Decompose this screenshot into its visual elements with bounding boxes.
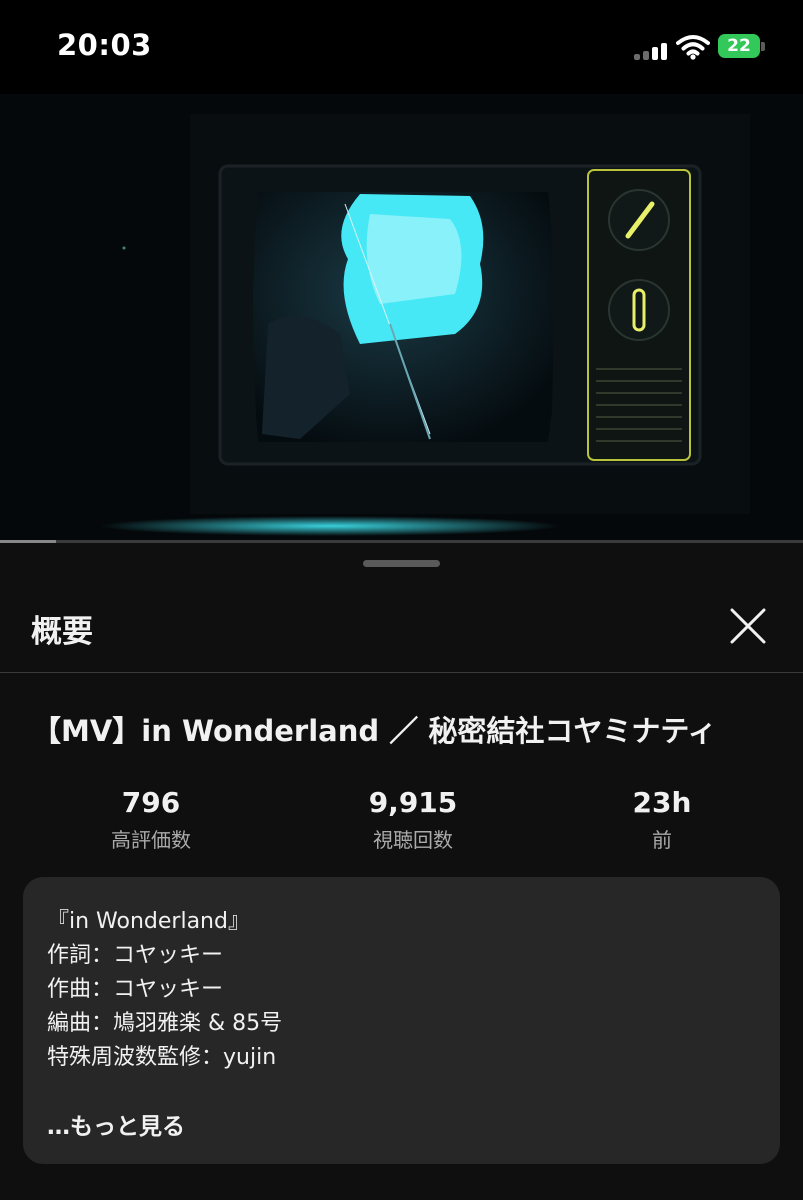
cellular-signal-icon: [634, 42, 670, 60]
likes-stat: 796 高評価数: [61, 786, 241, 853]
drag-handle[interactable]: [363, 560, 440, 567]
show-more-link[interactable]: …もっと見る: [47, 1107, 185, 1141]
video-progress-fill: [0, 540, 57, 543]
description-line: 『in Wonderland』: [47, 909, 250, 934]
video-frame: [0, 94, 803, 543]
upload-age-stat: 23h 前: [572, 786, 752, 853]
likes-label: 高評価数: [111, 828, 191, 852]
battery-charging-icon: 22: [718, 34, 766, 60]
description-box[interactable]: 『in Wonderland』 作詞：コヤッキー 作曲：コヤッキー 編曲：鳩羽雅…: [23, 877, 780, 1164]
status-time: 20:03: [57, 28, 152, 62]
video-player[interactable]: [0, 94, 803, 543]
description-line: 編曲：鳩羽雅楽 & 85号: [47, 1011, 283, 1036]
close-icon[interactable]: [728, 606, 768, 646]
sheet-title: 概要: [31, 614, 93, 650]
description-line: 作詞：コヤッキー: [47, 943, 224, 968]
views-stat: 9,915 視聴回数: [323, 786, 503, 853]
likes-count: 796: [121, 786, 181, 819]
upload-age: 23h: [632, 786, 692, 819]
wifi-icon: [676, 35, 710, 60]
upload-age-label: 前: [652, 828, 672, 852]
video-progress-bar[interactable]: [0, 540, 803, 543]
battery-level: 22: [727, 36, 751, 56]
description-line: 特殊周波数監修：yujin: [47, 1045, 277, 1070]
status-bar: 20:03 22: [0, 0, 803, 94]
views-label: 視聴回数: [373, 828, 453, 852]
views-count: 9,915: [368, 786, 458, 819]
description-line: 作曲：コヤッキー: [47, 977, 224, 1002]
description-sheet: 概要 【MV】in Wonderland ／ 秘密結社コヤミナティ 796 高評…: [0, 546, 803, 1200]
video-title: 【MV】in Wonderland ／ 秘密結社コヤミナティ: [32, 714, 717, 748]
divider: [0, 672, 803, 673]
